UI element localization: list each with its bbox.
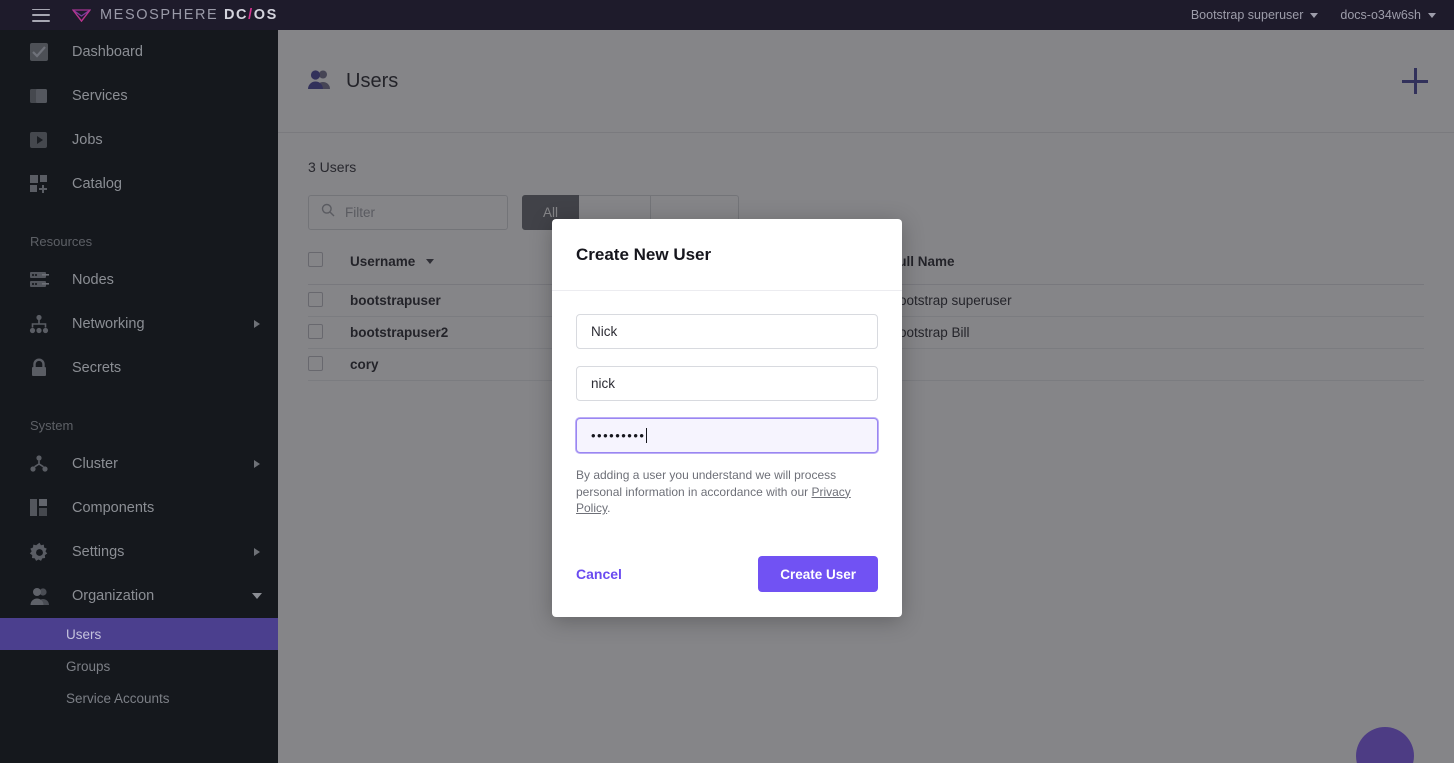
sidebar-item-settings[interactable]: Settings <box>0 530 278 574</box>
sidebar-section-system: System <box>30 417 74 433</box>
mesosphere-logo-icon <box>71 8 92 23</box>
cancel-button[interactable]: Cancel <box>576 566 622 582</box>
sidebar-item-nodes[interactable]: Nodes <box>0 258 278 302</box>
sidebar-item-networking[interactable]: Networking <box>0 302 278 346</box>
hamburger-icon[interactable] <box>32 8 50 22</box>
chevron-right-icon <box>254 320 260 328</box>
chevron-down-icon <box>1428 12 1436 18</box>
sidebar-item-dashboard[interactable]: Dashboard <box>0 30 278 74</box>
username-value: nick <box>591 376 616 391</box>
sidebar-item-label: Catalog <box>72 176 122 192</box>
sidebar-item-cluster[interactable]: Cluster <box>0 442 278 486</box>
full-name-field[interactable]: Nick <box>576 314 878 349</box>
sidebar-item-service-accounts[interactable]: Service Accounts <box>0 682 278 714</box>
services-icon <box>28 85 50 107</box>
create-user-dialog: Create New User Nick nick ••••••••• By a… <box>552 219 902 617</box>
cluster-icon <box>28 453 50 475</box>
brand-logo: MESOSPHERE DC/OS <box>71 7 278 23</box>
catalog-icon <box>28 173 50 195</box>
sidebar-subitem-label: Users <box>66 626 102 642</box>
sidebar-item-users[interactable]: Users <box>0 618 278 650</box>
jobs-icon <box>28 129 50 151</box>
legal-text-before: By adding a user you understand we will … <box>576 468 837 499</box>
legal-disclaimer: By adding a user you understand we will … <box>576 467 872 517</box>
brand-wordmark: MESOSPHERE DC/OS <box>100 7 278 23</box>
dialog-footer: Cancel Create User <box>552 531 902 617</box>
user-menu[interactable]: Bootstrap superuser <box>1191 8 1319 22</box>
chevron-down-icon <box>1310 12 1319 18</box>
sidebar-item-services[interactable]: Services <box>0 74 278 118</box>
chevron-down-icon <box>252 593 262 599</box>
create-user-button[interactable]: Create User <box>758 556 878 592</box>
sidebar-item-jobs[interactable]: Jobs <box>0 118 278 162</box>
sidebar-item-label: Dashboard <box>72 44 143 60</box>
brand-dc: DC <box>223 7 249 23</box>
sidebar-section-resources: Resources <box>30 233 93 249</box>
sidebar-item-catalog[interactable]: Catalog <box>0 162 278 206</box>
sidebar-item-label: Cluster <box>72 456 118 472</box>
full-name-value: Nick <box>591 324 618 339</box>
sidebar-item-label: Organization <box>72 588 155 604</box>
sidebar-item-label: Settings <box>72 544 125 560</box>
sidebar-item-label: Components <box>72 500 155 516</box>
username-field[interactable]: nick <box>576 366 878 401</box>
chevron-right-icon <box>254 460 260 468</box>
brand-mesosphere: MESOSPHERE <box>100 7 219 23</box>
sidebar-item-organization[interactable]: Organization <box>0 574 278 618</box>
chevron-right-icon <box>254 548 260 556</box>
cluster-menu[interactable]: docs-o34w6sh <box>1340 8 1436 22</box>
dialog-header: Create New User <box>552 219 902 291</box>
password-field[interactable]: ••••••••• <box>576 418 878 453</box>
sidebar-item-components[interactable]: Components <box>0 486 278 530</box>
components-icon <box>28 497 50 519</box>
gear-icon <box>28 541 50 563</box>
sidebar-item-label: Services <box>72 88 128 104</box>
cluster-menu-label: docs-o34w6sh <box>1340 8 1421 22</box>
sidebar-item-secrets[interactable]: Secrets <box>0 346 278 390</box>
dcos-app-window: MESOSPHERE DC/OS Bootstrap superuser doc… <box>0 0 1454 763</box>
nodes-icon <box>28 269 50 291</box>
sidebar-item-label: Networking <box>72 316 145 332</box>
organization-icon <box>28 585 50 607</box>
dashboard-icon <box>28 41 50 63</box>
sidebar-item-groups[interactable]: Groups <box>0 650 278 682</box>
top-header-right: Bootstrap superuser docs-o34w6sh <box>1191 8 1454 22</box>
lock-icon <box>28 357 50 379</box>
brand-os: OS <box>253 7 278 23</box>
sidebar-subitem-label: Service Accounts <box>66 690 170 706</box>
sidebar-item-label: Jobs <box>72 132 103 148</box>
sidebar-item-label: Nodes <box>72 272 114 288</box>
networking-icon <box>28 313 50 335</box>
sidebar-item-label: Secrets <box>72 360 122 376</box>
top-header-bar: MESOSPHERE DC/OS Bootstrap superuser doc… <box>0 0 1454 30</box>
legal-text-after: . <box>607 501 611 515</box>
dialog-title: Create New User <box>576 244 712 264</box>
sidebar-subitem-label: Groups <box>66 658 111 674</box>
text-cursor <box>646 428 648 443</box>
dialog-body: Nick nick ••••••••• By adding a user you… <box>552 291 902 531</box>
user-menu-label: Bootstrap superuser <box>1190 8 1304 22</box>
sidebar-navigation: Dashboard Services Jobs Catalog Resource… <box>0 30 278 763</box>
password-value: ••••••••• <box>591 428 646 443</box>
